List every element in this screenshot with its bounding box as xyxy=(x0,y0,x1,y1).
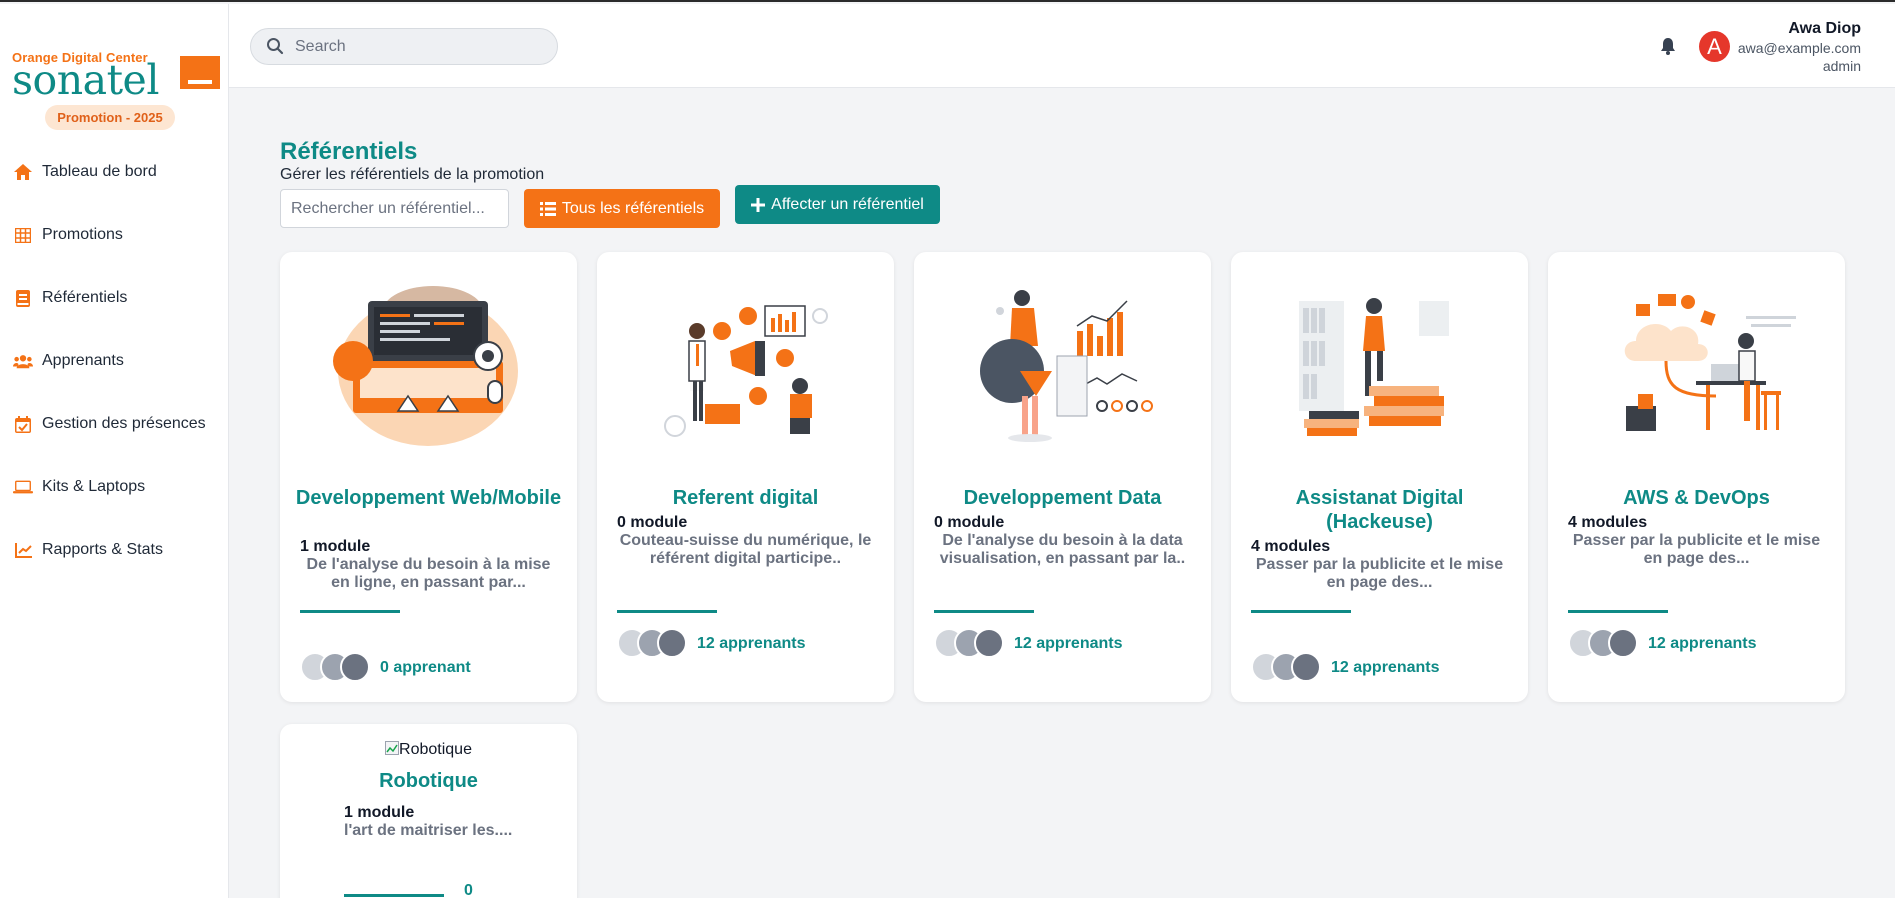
referentiel-card-assistanat-digital[interactable]: Assistanat Digital (Hackeuse) 4 modules … xyxy=(1231,252,1528,702)
card-description: De l'analyse du besoin à la mise en lign… xyxy=(306,556,551,591)
assign-referentiel-label: Affecter un référentiel xyxy=(771,195,924,213)
marketing-illustration xyxy=(645,286,845,446)
sidebar-item-gestion-presences[interactable]: Gestion des présences xyxy=(13,409,206,439)
broken-image-alt: Robotique xyxy=(280,741,577,759)
referentiel-card-referent-digital[interactable]: Referent digital 0 module Couteau-suisse… xyxy=(597,252,894,702)
card-divider xyxy=(617,610,717,613)
sidebar-item-rapports-stats[interactable]: Rapports & Stats xyxy=(13,535,163,565)
promotion-badge: Promotion - 2025 xyxy=(45,105,175,130)
sidebar-item-label: Gestion des présences xyxy=(42,415,206,432)
card-description: Passer par la publicite et le mise en pa… xyxy=(1255,556,1504,591)
card-description: De l'analyse du besoin à la data visuali… xyxy=(939,532,1186,567)
home-icon xyxy=(13,162,33,182)
card-title: AWS & DevOps xyxy=(1623,487,1770,509)
card-title: Assistanat Digital (Hackeuse) xyxy=(1295,487,1464,533)
card-divider xyxy=(1568,610,1668,613)
card-divider xyxy=(934,610,1034,613)
search-icon xyxy=(266,37,286,57)
sidebar-item-tableau-de-bord[interactable]: Tableau de bord xyxy=(13,157,157,187)
page-title: Référentiels xyxy=(280,138,418,165)
global-search[interactable] xyxy=(250,28,558,65)
sonatel-logo[interactable]: Orange Digital Center sonatel xyxy=(12,50,222,104)
card-description: Passer par la publicite et le mise en pa… xyxy=(1572,532,1821,567)
list-icon xyxy=(539,201,556,216)
sidebar-item-promotions[interactable]: Promotions xyxy=(13,220,123,250)
sidebar-item-label: Apprenants xyxy=(42,352,124,369)
card-title: Referent digital xyxy=(672,487,819,509)
card-learner-count: 12 apprenants xyxy=(1014,635,1123,652)
all-referentiels-label: Tous les référentiels xyxy=(561,199,705,217)
card-divider xyxy=(1251,610,1351,613)
plus-icon xyxy=(751,197,766,212)
top-header: A Awa Diop awa@example.com admin xyxy=(229,4,1895,88)
avatar-stack xyxy=(300,652,370,682)
card-modules: 1 module xyxy=(300,538,371,555)
cloud-illustration xyxy=(1596,286,1796,446)
search-input[interactable] xyxy=(295,37,535,56)
assign-referentiel-button[interactable]: Affecter un référentiel xyxy=(735,185,940,224)
card-modules: 0 module xyxy=(934,514,1005,531)
card-learner-count: 0 xyxy=(464,882,473,898)
card-modules: 4 modules xyxy=(1251,538,1331,555)
card-description: l'art de maitriser les.... xyxy=(344,822,513,839)
card-modules: 0 module xyxy=(617,514,688,531)
avatar-stack xyxy=(934,628,1004,658)
avatar[interactable]: A xyxy=(1699,31,1730,62)
chart-icon xyxy=(13,540,33,560)
sidebar-item-label: Promotions xyxy=(42,226,123,243)
referentiel-card-data[interactable]: Developpement Data 0 module De l'analyse… xyxy=(914,252,1211,702)
page-subtitle: Gérer les référentiels de la promotion xyxy=(280,166,545,183)
card-learner-count: 12 apprenants xyxy=(1331,659,1440,676)
card-title: Developpement Web/Mobile xyxy=(295,487,562,509)
card-learner-count: 12 apprenants xyxy=(1648,635,1757,652)
user-name: Awa Diop xyxy=(1788,20,1861,37)
avatar-stack xyxy=(1251,652,1321,682)
card-modules: 4 modules xyxy=(1568,514,1648,531)
avatar-stack xyxy=(1568,628,1638,658)
book-icon xyxy=(13,288,33,308)
broken-image-icon xyxy=(385,741,400,755)
card-learner-count: 0 apprenant xyxy=(380,659,471,676)
card-description: Couteau-suisse du numérique, le référent… xyxy=(619,532,872,567)
card-title: Developpement Data xyxy=(963,487,1162,509)
books-illustration xyxy=(1279,286,1479,446)
user-info: Awa Diop awa@example.com admin xyxy=(1738,19,1861,75)
referentiel-card-web-mobile[interactable]: Developpement Web/Mobile 1 module De l'a… xyxy=(280,252,577,702)
referentiel-search-input[interactable] xyxy=(280,189,509,228)
sidebar-item-label: Rapports & Stats xyxy=(42,541,163,558)
user-email: awa@example.com xyxy=(1737,40,1861,56)
all-referentiels-button[interactable]: Tous les référentiels xyxy=(524,189,720,228)
avatar-stack xyxy=(617,628,687,658)
referentiel-card-aws-devops[interactable]: AWS & DevOps 4 modules Passer par la pub… xyxy=(1548,252,1845,702)
sidebar-item-kits-laptops[interactable]: Kits & Laptops xyxy=(13,472,145,502)
logo-brand-text: sonatel xyxy=(12,56,159,104)
calendar-check-icon xyxy=(13,414,33,434)
grid-icon xyxy=(13,225,33,245)
card-modules: 1 module xyxy=(344,804,415,821)
data-analysis-illustration xyxy=(962,286,1162,446)
card-learner-count: 12 apprenants xyxy=(697,635,806,652)
sidebar-item-apprenants[interactable]: Apprenants xyxy=(13,346,124,376)
bell-icon[interactable] xyxy=(1660,37,1678,57)
card-divider xyxy=(344,894,444,897)
sidebar-item-label: Référentiels xyxy=(42,289,128,306)
laptop-icon xyxy=(13,477,33,497)
card-title: Robotique xyxy=(379,770,478,792)
coding-illustration xyxy=(328,286,528,446)
user-role: admin xyxy=(1822,58,1861,74)
referentiel-card-robotique[interactable]: Robotique Robotique 1 module l'art de ma… xyxy=(280,724,577,898)
sidebar: Orange Digital Center sonatel Promotion … xyxy=(0,4,229,898)
users-icon xyxy=(13,351,33,371)
card-divider xyxy=(300,610,400,613)
sidebar-item-label: Kits & Laptops xyxy=(42,478,146,495)
orange-square-icon xyxy=(180,56,220,89)
sidebar-item-label: Tableau de bord xyxy=(42,163,157,180)
sidebar-item-referentiels[interactable]: Référentiels xyxy=(13,283,127,313)
